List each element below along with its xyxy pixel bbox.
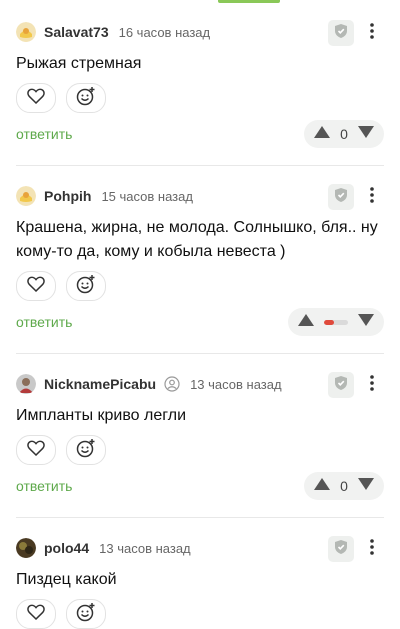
username[interactable]: polo44 (44, 540, 89, 556)
more-vertical-icon (370, 186, 374, 208)
shield-button[interactable] (328, 536, 354, 562)
shield-icon (334, 539, 348, 560)
vote-control: 0 (304, 472, 384, 500)
more-vertical-icon (370, 22, 374, 44)
add-reaction-button[interactable] (66, 435, 106, 465)
timestamp: 15 часов назад (101, 188, 193, 204)
smile-plus-icon (76, 274, 96, 299)
more-options-button[interactable] (362, 537, 382, 561)
more-vertical-icon (370, 538, 374, 560)
more-options-button[interactable] (362, 185, 382, 209)
smile-plus-icon (76, 438, 96, 463)
comment-text: Пиздец какой (16, 571, 117, 588)
like-button[interactable] (16, 435, 56, 465)
avatar[interactable] (16, 22, 36, 42)
more-options-button[interactable] (362, 21, 382, 45)
timestamp: 13 часов назад (99, 540, 191, 556)
rating-bar-fill (324, 319, 334, 325)
like-button[interactable] (16, 599, 56, 629)
heart-icon (27, 604, 45, 625)
add-reaction-button[interactable] (66, 83, 106, 113)
comment-header: NicknamePicabu 13 часов назад (16, 372, 282, 396)
divider (16, 353, 384, 354)
heart-icon (27, 440, 45, 461)
more-options-button[interactable] (362, 373, 382, 397)
comment-actions (16, 435, 116, 465)
upvote-icon[interactable] (314, 125, 330, 143)
smile-plus-icon (76, 86, 96, 111)
heart-icon (27, 88, 45, 109)
downvote-icon[interactable] (357, 477, 374, 495)
user-circle-icon (164, 376, 180, 392)
active-tab-indicator (218, 0, 280, 3)
reply-link[interactable]: ответить (16, 314, 72, 330)
add-reaction-button[interactable] (66, 599, 106, 629)
shield-icon (334, 187, 348, 208)
like-button[interactable] (16, 83, 56, 113)
upvote-icon[interactable] (314, 477, 330, 495)
reply-link[interactable]: ответить (16, 126, 72, 142)
smile-plus-icon (76, 602, 96, 627)
comment-text: Импланты криво легли (16, 407, 186, 424)
vote-control: 0 (304, 120, 384, 148)
shield-button[interactable] (328, 372, 354, 398)
vote-count: 0 (340, 478, 348, 494)
avatar[interactable] (16, 186, 36, 206)
comment-actions (16, 83, 116, 113)
shield-button[interactable] (328, 20, 354, 46)
shield-icon (334, 375, 348, 396)
comment-text: Крашена, жирна, не молода. Солнышко, бля… (16, 219, 378, 260)
heart-icon (27, 276, 45, 297)
reply-link[interactable]: ответить (16, 478, 72, 494)
downvote-icon[interactable] (357, 125, 374, 143)
downvote-icon[interactable] (358, 313, 374, 331)
username[interactable]: NicknamePicabu (44, 376, 156, 392)
comment-text: Рыжая стремная (16, 55, 142, 72)
upvote-icon[interactable] (298, 313, 314, 331)
more-vertical-icon (370, 374, 374, 396)
divider (16, 517, 384, 518)
like-button[interactable] (16, 271, 56, 301)
comment-header: Pohpih 15 часов назад (16, 184, 193, 208)
timestamp: 13 часов назад (190, 376, 282, 392)
shield-icon (334, 23, 348, 44)
vote-control (288, 308, 384, 336)
timestamp: 16 часов назад (118, 24, 211, 40)
vote-count: 0 (340, 126, 348, 142)
comment-actions (16, 271, 116, 301)
comment-header: Salavat73 16 часов назад (16, 20, 210, 44)
comment-header: polo44 13 часов назад (16, 536, 191, 560)
username[interactable]: Pohpih (44, 188, 91, 204)
shield-button[interactable] (328, 184, 354, 210)
comment-actions (16, 599, 116, 629)
add-reaction-button[interactable] (66, 271, 106, 301)
rating-bar (324, 319, 348, 325)
avatar[interactable] (16, 374, 36, 394)
divider (16, 165, 384, 166)
avatar[interactable] (16, 538, 36, 558)
username[interactable]: Salavat73 (44, 24, 109, 40)
